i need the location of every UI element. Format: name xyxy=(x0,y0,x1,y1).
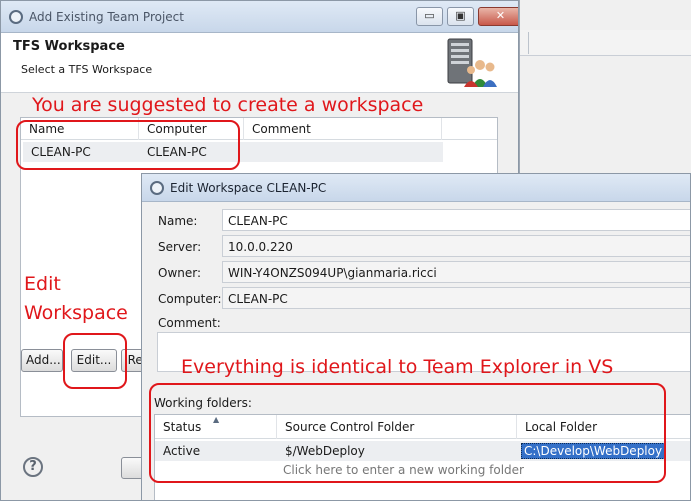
minimize-button[interactable]: ▭ xyxy=(416,7,443,26)
add-button[interactable]: Add... xyxy=(21,349,63,372)
annotation-edit-line2: Workspace xyxy=(24,302,128,324)
annotation-box-working-folders xyxy=(149,383,666,483)
server-field: 10.0.0.220 xyxy=(222,235,690,257)
server-users-icon xyxy=(447,38,497,87)
name-label: Name: xyxy=(158,214,198,228)
edit-dialog-titlebar: Edit Workspace CLEAN-PC xyxy=(142,174,690,202)
name-field[interactable]: CLEAN-PC xyxy=(222,209,690,231)
dialog-titlebar: Add Existing Team Project ▭ ▣ ✕ xyxy=(1,1,518,33)
cell-comment xyxy=(244,142,252,162)
wizard-header: TFS Workspace Select a TFS Workspace xyxy=(1,33,518,93)
edit-dialog-app-icon xyxy=(150,181,164,195)
help-icon[interactable]: ? xyxy=(23,457,43,477)
dialog-title: Add Existing Team Project xyxy=(29,10,184,24)
background-toolbar xyxy=(520,30,691,56)
annotation-identical: Everything is identical to Team Explorer… xyxy=(181,356,614,378)
column-header-comment[interactable]: Comment xyxy=(244,118,442,140)
app-icon xyxy=(9,10,23,24)
computer-label: Computer: xyxy=(158,292,222,306)
background-divider xyxy=(528,32,529,54)
owner-field: WIN-Y4ONZS094UP\gianmaria.ricci xyxy=(222,261,690,283)
maximize-button[interactable]: ▣ xyxy=(447,7,474,26)
page-title: TFS Workspace xyxy=(13,39,125,54)
page-subtitle: Select a TFS Workspace xyxy=(21,63,153,76)
annotation-box-workspace xyxy=(16,120,240,170)
close-button[interactable]: ✕ xyxy=(478,7,518,26)
owner-label: Owner: xyxy=(158,266,202,280)
annotation-suggest: You are suggested to create a workspace xyxy=(32,94,424,116)
edit-dialog-title: Edit Workspace CLEAN-PC xyxy=(170,181,327,195)
annotation-edit-line1: Edit xyxy=(24,273,61,295)
annotation-box-edit xyxy=(63,333,127,389)
server-label: Server: xyxy=(158,240,202,254)
comment-label: Comment: xyxy=(158,316,221,330)
computer-field: CLEAN-PC xyxy=(222,287,690,309)
